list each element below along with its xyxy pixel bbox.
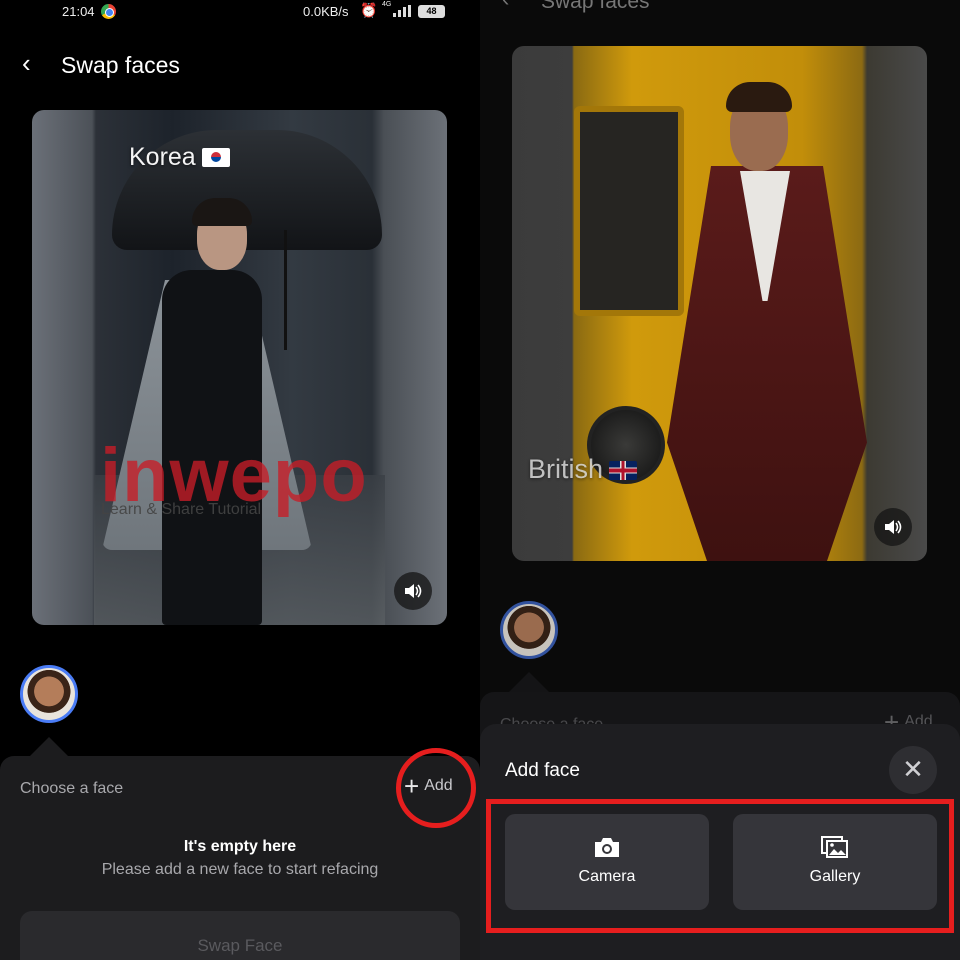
add-face-dialog: Add face ✕ Camera Gallery [480,724,960,960]
highlight-rectangle-annotation [486,799,954,933]
status-bar: 21:04 0.0KB/s ⏰ 4G 48 [0,0,480,26]
status-time: 21:04 [62,4,95,19]
status-network-type: 4G [382,1,392,8]
status-network-speed: 0.0KB/s [303,4,349,19]
back-button[interactable]: ‹ [22,50,42,78]
video-label-text: British [528,454,604,484]
umbrella-pole-graphic [284,230,287,350]
face-avatar[interactable] [500,601,558,659]
right-screenshot: ‹ Swap faces British Choose a face + Add… [480,0,960,960]
template-video-korea[interactable]: Korea [32,110,447,625]
video-country-label: Korea [129,143,230,172]
volume-button[interactable] [394,572,432,610]
speaker-icon [885,520,902,534]
empty-state-subtitle: Please add a new face to start refacing [101,861,379,878]
left-screenshot: 21:04 0.0KB/s ⏰ 4G 48 ‹ Swap faces Korea… [0,0,480,960]
choose-face-label: Choose a face [20,780,124,797]
chrome-notification-icon [101,4,116,19]
bus-window-graphic [574,106,684,316]
avatar-pointer [29,737,69,757]
close-button[interactable]: ✕ [889,746,937,794]
speaker-icon [405,584,422,598]
page-title: Swap faces [61,52,180,78]
person-hair-graphic [192,198,252,226]
add-face-title: Add face [505,760,580,781]
page-title: Swap faces [541,0,650,13]
uk-flag-icon [609,461,638,480]
volume-button[interactable] [874,508,912,546]
watermark-tagline: Learn & Share Tutorial [101,501,262,518]
video-country-label: British [528,454,638,485]
battery-icon: 48 [418,5,445,18]
empty-state-title: It's empty here [183,838,297,855]
highlight-circle-annotation [396,748,476,828]
back-button[interactable]: ‹ [502,0,509,12]
face-avatar[interactable] [20,665,78,723]
swap-face-button[interactable]: Swap Face [20,911,460,960]
avatar-pointer [509,672,549,692]
signal-icon [393,5,411,17]
alarm-icon: ⏰ [360,2,378,18]
person-hair-graphic [726,82,792,112]
video-label-text: Korea [129,143,196,171]
template-video-british[interactable]: British [512,46,927,561]
korea-flag-icon [201,148,230,167]
